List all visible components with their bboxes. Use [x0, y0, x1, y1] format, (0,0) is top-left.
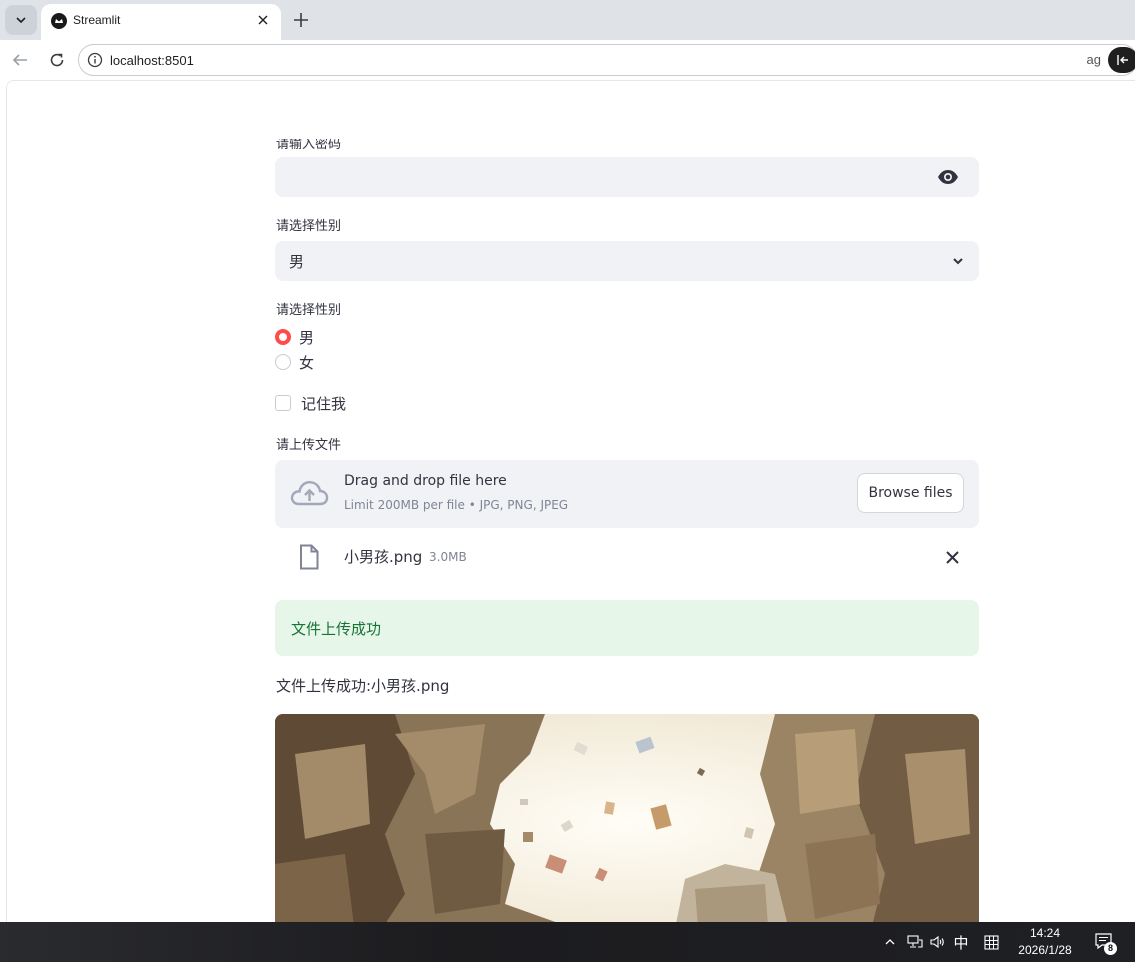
uploaded-image-illustration: [275, 714, 979, 922]
chevron-up-icon: [885, 939, 895, 945]
chevron-down-icon: [16, 17, 26, 24]
success-alert: 文件上传成功: [275, 600, 979, 656]
success-alert-text: 文件上传成功: [291, 620, 382, 638]
tab-search-button[interactable]: [5, 5, 37, 35]
tab-title: Streamlit: [73, 13, 121, 27]
clock-date: 2026/1/28: [1018, 943, 1072, 957]
side-panel-button[interactable]: [1108, 47, 1135, 73]
browser-toolbar: localhost:8501 ag: [0, 40, 1135, 80]
collapse-left-icon: [1117, 55, 1128, 65]
scroll-overlap: [7, 81, 1135, 139]
close-icon: [945, 550, 959, 564]
notification-count-badge: 8: [1104, 942, 1117, 955]
remember-me-checkbox[interactable]: [275, 395, 291, 411]
close-icon: [258, 15, 268, 25]
upload-success-message: 文件上传成功:小男孩.png: [276, 677, 450, 695]
omnibox-trailing-text: ag: [1086, 52, 1101, 67]
remember-me-label: 记住我: [301, 394, 347, 413]
browser-tab-bar: Streamlit: [0, 0, 1135, 40]
password-input[interactable]: [275, 157, 979, 197]
file-dropzone[interactable]: Drag and drop file here Limit 200MB per …: [275, 460, 979, 528]
radio-button[interactable]: [275, 354, 291, 370]
browse-files-button[interactable]: Browse files: [857, 473, 964, 513]
arrow-left-icon: [12, 54, 27, 66]
taskbar: 中 14:24 2026/1/28 8: [0, 922, 1135, 962]
notification-center-button[interactable]: 8: [1093, 922, 1117, 962]
uploaded-file-size: 3.0MB: [429, 550, 467, 564]
radio-label-female: 女: [299, 353, 315, 372]
radio-option-male[interactable]: 男: [275, 326, 314, 348]
streamlit-logo-icon: [51, 13, 67, 29]
radio-option-female[interactable]: 女: [275, 351, 314, 373]
remove-file-button[interactable]: [941, 546, 963, 568]
url-text: localhost:8501: [110, 53, 194, 68]
plus-icon: [294, 13, 308, 27]
cloud-upload-icon: [290, 480, 329, 506]
taskbar-clock[interactable]: 14:24 2026/1/28: [1010, 925, 1080, 959]
browser-tab[interactable]: Streamlit: [41, 4, 281, 40]
uploaded-image: [275, 714, 979, 922]
uploaded-file-row: 小男孩.png 3.0MB: [275, 538, 979, 578]
dropzone-subtitle: Limit 200MB per file • JPG, PNG, JPEG: [344, 498, 569, 512]
radio-label-male: 男: [299, 328, 315, 347]
gender-select[interactable]: 男: [275, 241, 979, 281]
new-tab-button[interactable]: [289, 8, 313, 32]
clock-time: 14:24: [1029, 926, 1061, 940]
network-icon[interactable]: [904, 922, 926, 962]
site-info-icon[interactable]: [87, 52, 103, 68]
chevron-down-icon: [953, 258, 963, 265]
gender-select-value: 男: [289, 253, 305, 271]
address-bar[interactable]: localhost:8501 ag: [78, 44, 1135, 76]
back-button[interactable]: [8, 48, 32, 72]
uploaded-file-name: 小男孩.png: [344, 548, 423, 566]
gender-radio-label: 请选择性别: [276, 303, 342, 318]
volume-icon[interactable]: [928, 922, 948, 962]
radio-button-selected[interactable]: [275, 329, 291, 345]
ime-indicator[interactable]: 中: [950, 922, 972, 962]
reload-button[interactable]: [45, 48, 69, 72]
gender-select-label: 请选择性别: [276, 219, 342, 234]
dropzone-title: Drag and drop file here: [344, 473, 507, 489]
eye-icon[interactable]: [937, 167, 959, 187]
ime-mode-icon[interactable]: [980, 922, 1002, 962]
remember-me-checkbox-row[interactable]: 记住我: [275, 392, 346, 414]
tab-close-button[interactable]: [253, 10, 273, 30]
streamlit-page: 请输入密码 请选择性别 男 请选择性别 男 女 记住我 请上传文件 Drag a…: [6, 80, 1135, 922]
reload-icon: [50, 53, 64, 67]
show-hidden-icons-button[interactable]: [881, 922, 899, 962]
upload-label: 请上传文件: [276, 438, 342, 453]
main-content: 请输入密码 请选择性别 男 请选择性别 男 女 记住我 请上传文件 Drag a…: [7, 81, 1135, 922]
file-icon: [300, 544, 319, 570]
